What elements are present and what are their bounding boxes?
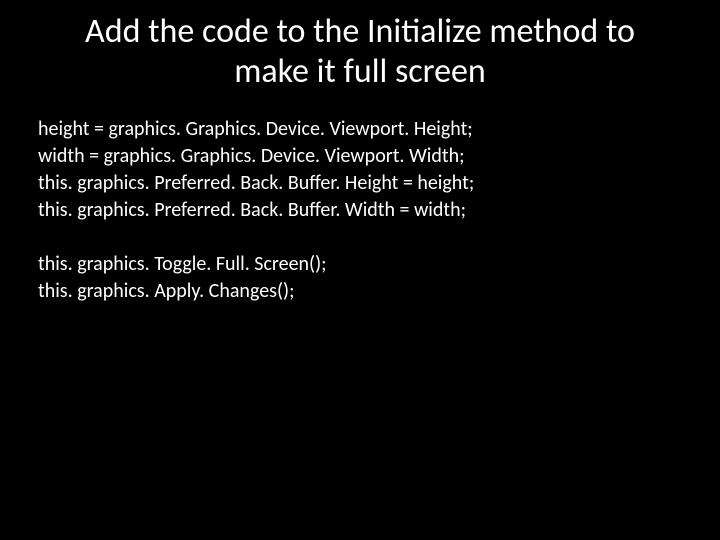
code-block-2: this. graphics. Toggle. Full. Screen(); … — [38, 251, 682, 305]
code-line: height = graphics. Graphics. Device. Vie… — [38, 116, 682, 143]
slide: Add the code to the Initialize method to… — [0, 0, 720, 540]
code-block-1: height = graphics. Graphics. Device. Vie… — [38, 116, 682, 224]
code-line: this. graphics. Preferred. Back. Buffer.… — [38, 197, 682, 224]
slide-title: Add the code to the Initialize method to… — [38, 12, 682, 92]
code-line: this. graphics. Apply. Changes(); — [38, 278, 682, 305]
code-line: width = graphics. Graphics. Device. View… — [38, 143, 682, 170]
spacer — [38, 224, 682, 251]
code-line: this. graphics. Preferred. Back. Buffer.… — [38, 170, 682, 197]
code-line: this. graphics. Toggle. Full. Screen(); — [38, 251, 682, 278]
